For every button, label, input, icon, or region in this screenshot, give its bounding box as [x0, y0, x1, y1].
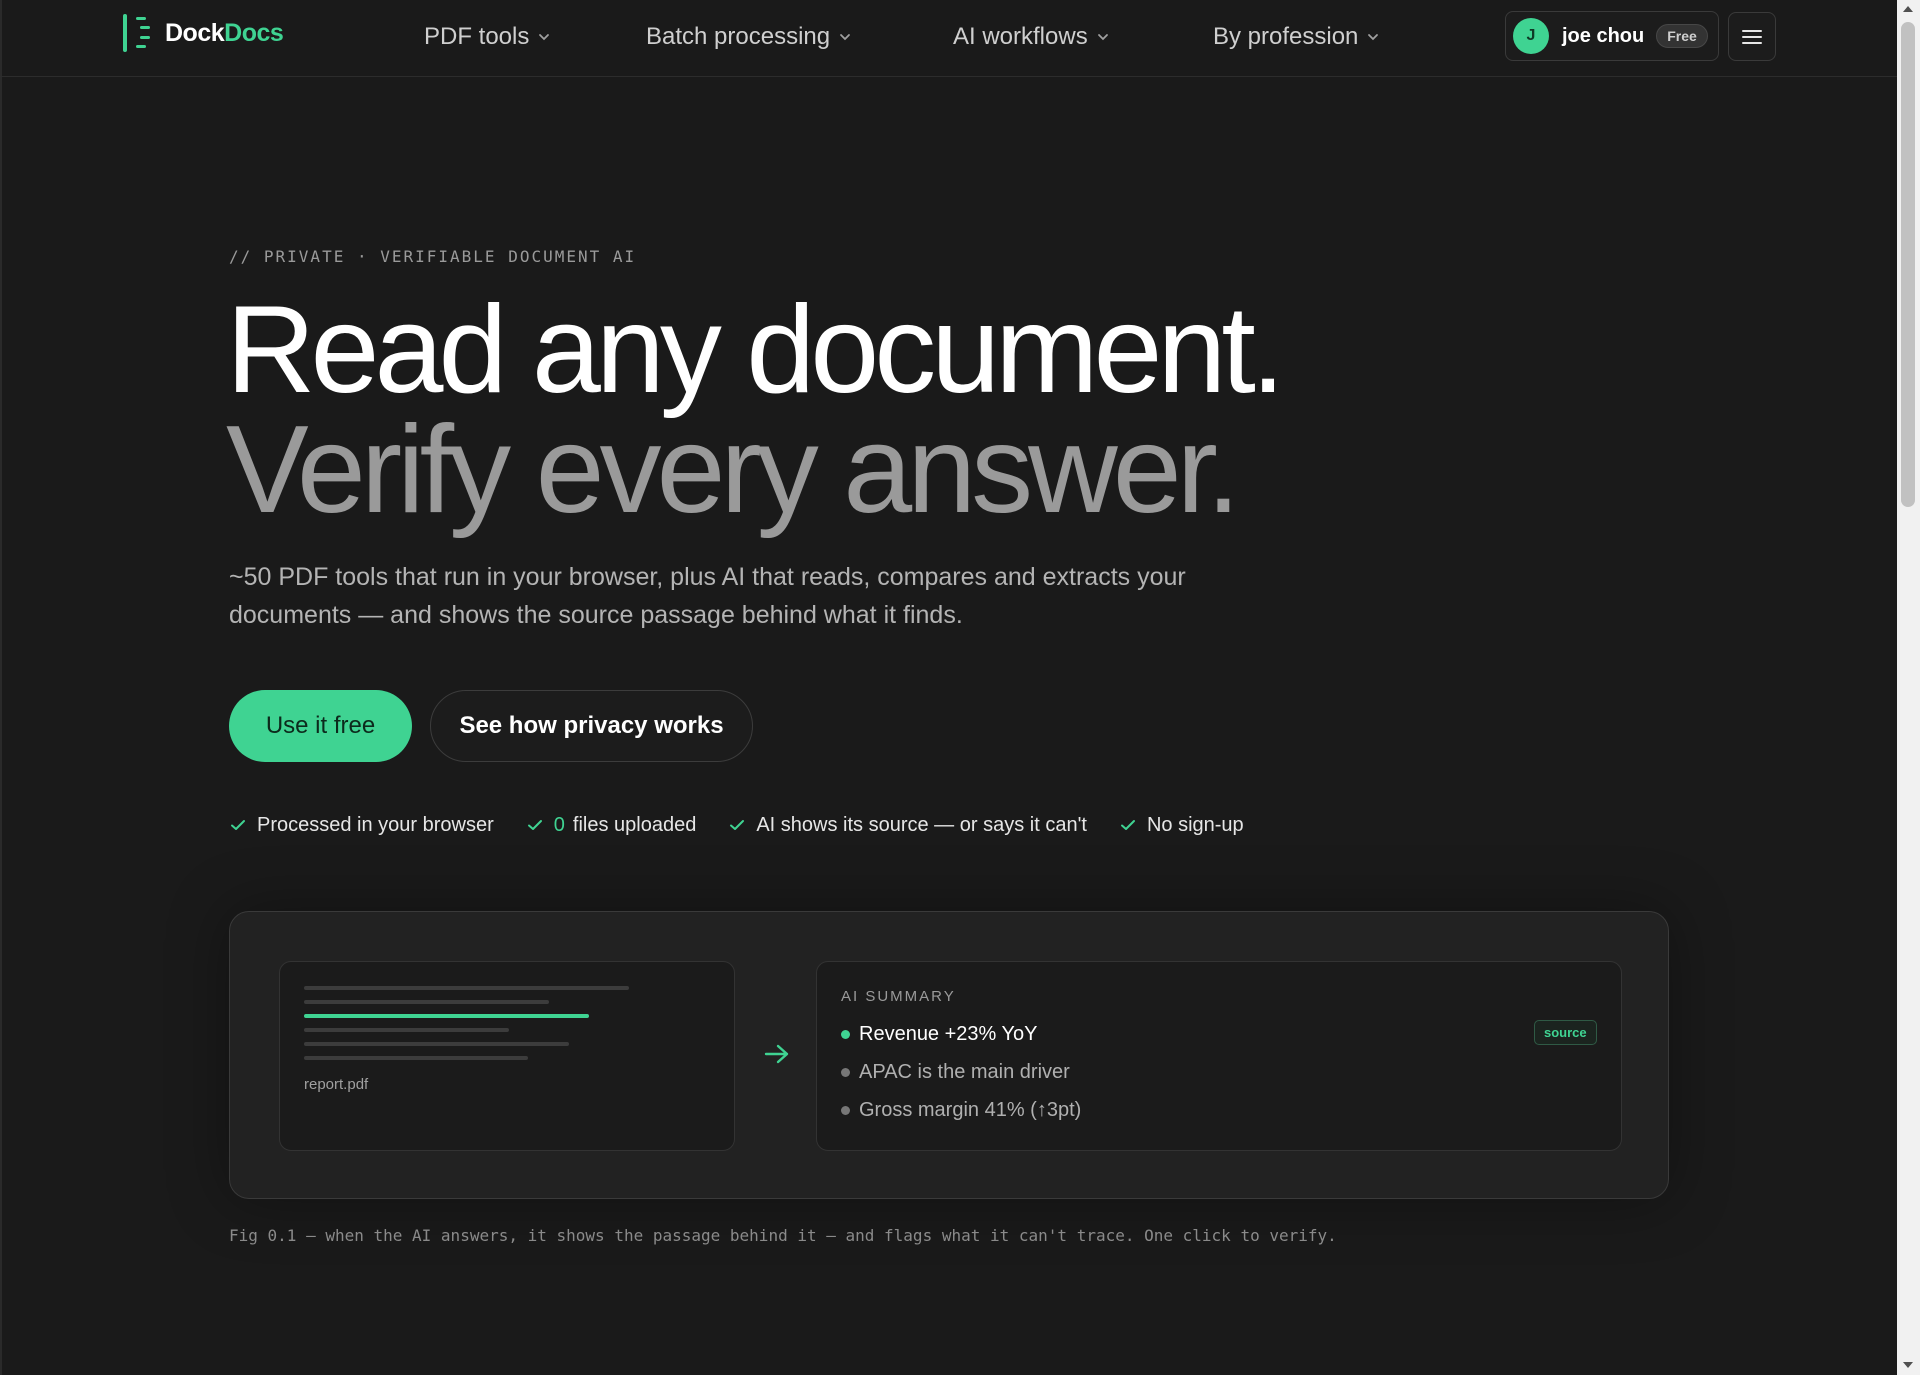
check-icon — [730, 820, 745, 830]
chevron-down-icon — [840, 34, 851, 41]
demo-illustration: report.pdf AI SUMMARY Revenue +23% YoY A… — [229, 911, 1669, 1199]
menu-button[interactable] — [1728, 12, 1776, 61]
ai-summary-card: AI SUMMARY Revenue +23% YoY APAC is the … — [816, 961, 1622, 1151]
privacy-info-button[interactable]: See how privacy works — [430, 690, 753, 762]
headline-line-1: Read any document. — [226, 281, 1285, 419]
summary-item-text: Gross margin 41% (↑3pt) — [859, 1099, 1082, 1121]
summary-item[interactable]: APAC is the main driver — [841, 1061, 1070, 1084]
check-item: No sign-up — [1119, 814, 1244, 837]
document-file-name: report.pdf — [304, 1076, 369, 1093]
source-badge[interactable]: source — [1534, 1020, 1597, 1045]
brand-name: DockDocs — [165, 18, 284, 48]
status-dot-icon — [841, 1030, 850, 1039]
document-text-line — [304, 1042, 569, 1046]
nav-label: Batch processing — [646, 23, 831, 50]
document-preview-card: report.pdf — [279, 961, 735, 1151]
chevron-down-icon — [1368, 34, 1379, 41]
nav-pdf-tools[interactable]: PDF tools — [424, 22, 551, 52]
use-it-free-button[interactable]: Use it free — [229, 690, 412, 762]
feature-checklist: Processed in your browser 0 files upload… — [229, 810, 1276, 840]
ai-summary-title: AI SUMMARY — [841, 988, 956, 1005]
dockdocs-logo-icon — [123, 14, 150, 52]
plan-badge: Free — [1656, 24, 1708, 48]
check-item: Processed in your browser — [229, 814, 494, 837]
hero-subtitle: ~50 PDF tools that run in your browser, … — [229, 563, 1186, 629]
document-text-line — [304, 986, 629, 990]
check-icon — [1120, 820, 1135, 830]
scroll-up-arrow-icon[interactable] — [1903, 6, 1913, 12]
check-text: AI shows its source — or says it can't — [756, 813, 1087, 836]
document-text-line — [304, 1056, 528, 1060]
chevron-down-icon — [1097, 34, 1108, 41]
document-text-line — [304, 1000, 549, 1004]
chevron-down-icon — [539, 34, 550, 41]
summary-item[interactable]: Revenue +23% YoY — [841, 1023, 1038, 1046]
status-dot-icon — [841, 1068, 850, 1077]
check-item: AI shows its source — or says it can't — [728, 814, 1087, 837]
document-highlighted-line — [304, 1014, 589, 1018]
hero-eyebrow: // PRIVATE · VERIFIABLE DOCUMENT AI — [229, 247, 637, 266]
check-text: files uploaded — [572, 813, 697, 836]
brand-logo[interactable]: DockDocs — [121, 13, 284, 53]
avatar: J — [1513, 18, 1549, 54]
user-account-button[interactable]: J joe chou Free — [1505, 11, 1719, 61]
hamburger-menu-icon — [1742, 29, 1762, 44]
check-icon — [231, 820, 245, 830]
check-text: Processed in your browser — [257, 813, 494, 836]
check-text: No sign-up — [1146, 813, 1244, 836]
figure-caption: Fig 0.1 — when the AI answers, it shows … — [229, 1226, 1337, 1245]
summary-item-text: Revenue +23% YoY — [859, 1023, 1038, 1045]
scroll-down-arrow-icon[interactable] — [1903, 1362, 1913, 1368]
summary-item-text: APAC is the main driver — [859, 1061, 1070, 1083]
nav-label: AI workflows — [953, 23, 1088, 50]
nav-by-profession[interactable]: By profession — [1213, 22, 1380, 52]
hero-headline: Read any document. Verify every answer. — [226, 281, 1285, 539]
nav-label: PDF tools — [424, 23, 530, 50]
document-text-line — [304, 1028, 509, 1032]
check-icon — [527, 820, 542, 830]
nav-label: By profession — [1213, 23, 1359, 50]
nav-ai-workflows[interactable]: AI workflows — [953, 22, 1110, 52]
top-navbar: DockDocs PDF tools Batch processing AI w… — [0, 0, 1897, 77]
page-scrollbar[interactable] — [1897, 0, 1920, 1375]
brand-name-part1: Dock — [165, 18, 225, 47]
check-item: 0 files uploaded — [526, 813, 697, 837]
brand-name-part2: Docs — [224, 18, 284, 47]
nav-batch-processing[interactable]: Batch processing — [646, 22, 852, 52]
user-name: joe chou — [1562, 24, 1645, 47]
summary-item[interactable]: Gross margin 41% (↑3pt) — [841, 1099, 1081, 1122]
status-dot-icon — [841, 1106, 850, 1115]
headline-line-2: Verify every answer. — [226, 401, 1241, 539]
scrollbar-thumb[interactable] — [1901, 22, 1915, 507]
files-uploaded-count: 0 — [553, 813, 565, 836]
arrow-right-icon — [764, 1044, 789, 1064]
